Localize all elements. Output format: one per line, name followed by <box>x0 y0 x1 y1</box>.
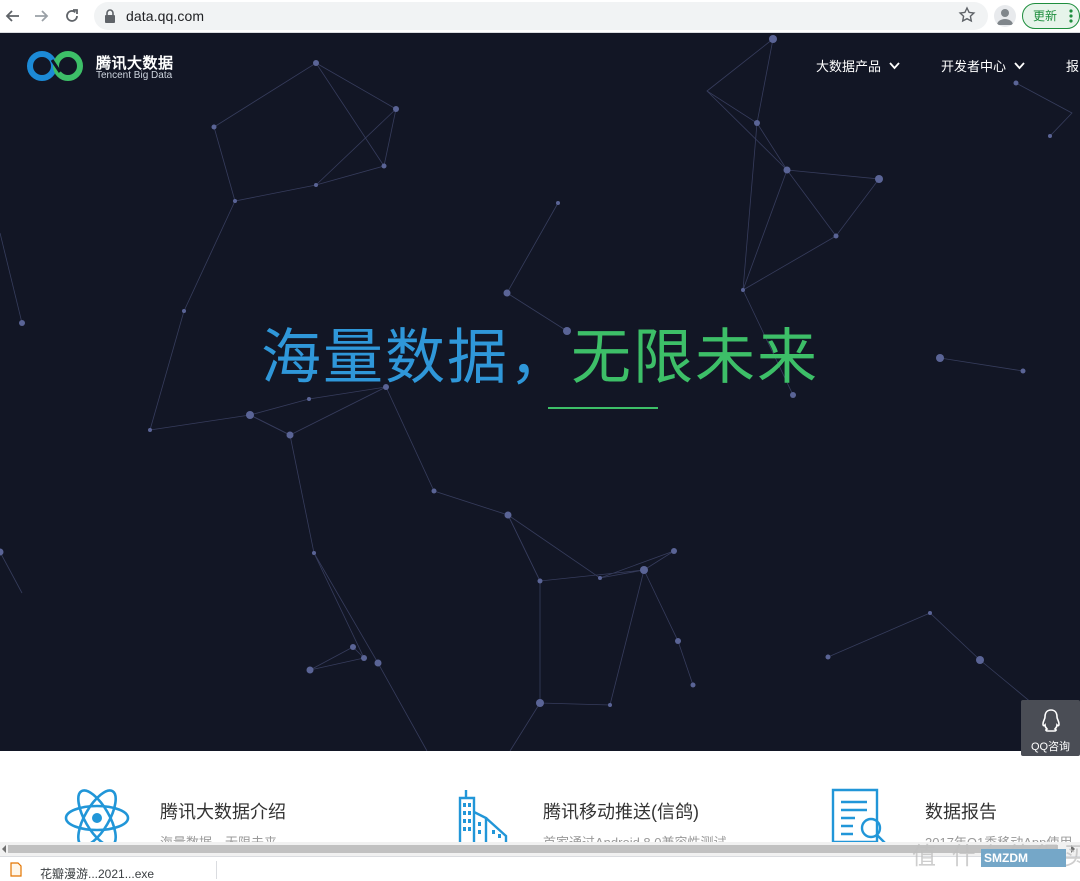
chevron-down-icon <box>889 61 900 69</box>
report-search-icon <box>831 788 886 844</box>
building-icon <box>458 790 508 846</box>
forward-icon[interactable] <box>30 5 52 27</box>
update-button[interactable]: 更新 <box>1022 3 1080 29</box>
qq-penguin-icon <box>1042 709 1060 732</box>
scrollbar-thumb[interactable] <box>8 845 1058 853</box>
chevron-down-icon <box>1014 61 1025 69</box>
nav-developer-center[interactable]: 开发者中心 <box>941 56 1025 75</box>
profile-icon[interactable] <box>994 5 1016 27</box>
star-icon[interactable] <box>958 6 976 24</box>
back-icon[interactable] <box>2 5 24 27</box>
feature-title: 数据报告 <box>925 802 997 822</box>
logo-subtitle: Tencent Big Data <box>96 70 173 81</box>
feature-title: 腾讯移动推送(信鸽) <box>543 802 699 822</box>
browser-toolbar: data.qq.com 更新 <box>0 0 1080 33</box>
divider <box>216 861 217 879</box>
url-text: data.qq.com <box>126 8 205 24</box>
scroll-left-icon[interactable] <box>0 844 8 854</box>
headline-divider <box>548 407 658 409</box>
lock-icon <box>105 9 115 23</box>
nav-reports[interactable]: 报 <box>1066 56 1079 75</box>
atom-icon <box>64 789 130 846</box>
download-item[interactable]: 花瓣漫游...2021...exe <box>40 865 154 881</box>
hero-section: 腾讯大数据 Tencent Big Data 大数据产品 开发者中心 报 海量数… <box>0 33 1080 751</box>
qq-consult-button[interactable]: QQ咨询 <box>1021 700 1080 756</box>
feature-push[interactable]: 腾讯移动推送(信鸽) 首家通过Android 8.0兼容性测试 <box>452 786 772 850</box>
file-icon <box>10 862 22 877</box>
menu-icon[interactable] <box>1069 9 1073 23</box>
nav-big-data-products[interactable]: 大数据产品 <box>816 56 900 75</box>
logo-infinity-icon <box>27 51 83 81</box>
feature-title: 腾讯大数据介绍 <box>160 802 286 822</box>
hero-headline: 海量数据，无限未来 <box>261 323 819 393</box>
address-bar[interactable]: data.qq.com <box>94 2 988 30</box>
reload-icon[interactable] <box>61 5 83 27</box>
feature-intro[interactable]: 腾讯大数据介绍 海量数据，无限未来 <box>64 786 364 850</box>
watermark-badge: SMZDM <box>981 849 1066 867</box>
tencent-big-data-logo[interactable]: 腾讯大数据 Tencent Big Data <box>26 48 186 86</box>
